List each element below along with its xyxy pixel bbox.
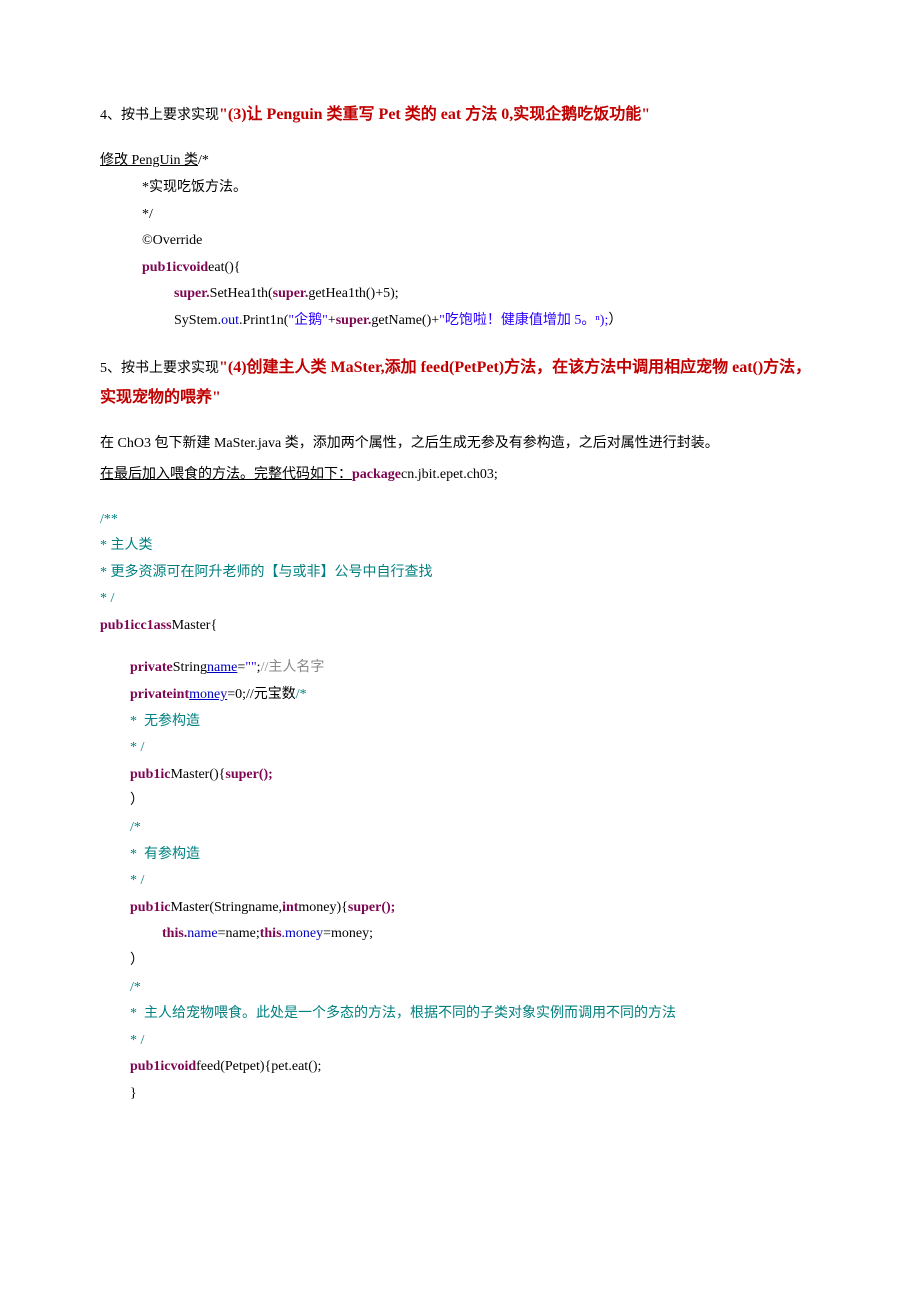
code-line: privateStringname="";//主人名字: [130, 655, 820, 682]
code-line: * /: [100, 586, 820, 613]
code-line: pub1icMaster(Stringname,intmoney){super(…: [130, 895, 820, 922]
section-4-heading: 4、按书上要求实现"(3)让 Penguin 类重写 Pet 类的 eat 方法…: [100, 100, 820, 130]
code-line: pub1icMaster(){super();: [130, 762, 820, 789]
code-line: ©Override: [142, 228, 820, 255]
code-line: * 无参构造: [130, 709, 820, 736]
code-line: SyStem.out.Print1n("企鹅"+super.getName()+…: [142, 308, 820, 335]
code-line: pub1icc1assMaster{: [100, 613, 820, 640]
code-line: privateintmoney=0;//元宝数/*: [130, 682, 820, 709]
code-block-2: /** * 主人类 * 更多资源可在阿升老师的【与或非】公号中自行查找 * / …: [100, 507, 820, 1108]
code-line: /*: [130, 975, 820, 1002]
code-line: * /: [130, 868, 820, 895]
paragraph-2: 在 ChO3 包下新建 MaSter.java 类，添加两个属性，之后生成无参及…: [100, 431, 820, 488]
code-line: * /: [130, 735, 820, 762]
code-line: */: [142, 202, 820, 229]
code-line: 修改 PengUin 类/*: [100, 148, 820, 175]
section-5-prefix: 5、按书上要求实现: [100, 361, 219, 376]
code-line: ）: [130, 788, 820, 815]
code-line: super.SetHea1th(super.getHea1th()+5);: [142, 281, 820, 308]
code-line: * 更多资源可在阿升老师的【与或非】公号中自行查找: [100, 560, 820, 587]
code-block-1: 修改 PengUin 类/* *实现吃饭方法。 */ ©Override pub…: [100, 148, 820, 334]
code-line: /**: [100, 507, 820, 534]
code-line: }: [130, 1081, 820, 1108]
code-line: * 主人类: [100, 533, 820, 560]
text-line: 在 ChO3 包下新建 MaSter.java 类，添加两个属性，之后生成无参及…: [100, 431, 820, 458]
section-4-prefix: 4、按书上要求实现: [100, 108, 219, 123]
code-line: pub1icvoideat(){: [142, 255, 820, 282]
section-4-title: "(3)让 Penguin 类重写 Pet 类的 eat 方法 0,实现企鹅吃饭…: [219, 106, 650, 123]
code-line: ）: [130, 948, 820, 975]
code-line: * 有参构造: [130, 842, 820, 869]
text-line: 在最后加入喂食的方法。完整代码如下：packagecn.jbit.epet.ch…: [100, 462, 820, 489]
code-line: /*: [130, 815, 820, 842]
code-line: this.name=name;this.money=money;: [130, 921, 820, 948]
code-line: * /: [130, 1028, 820, 1055]
code-line: * 主人给宠物喂食。此处是一个多态的方法，根据不同的子类对象实例而调用不同的方法: [130, 1001, 820, 1028]
code-line: pub1icvoidfeed(Petpet){pet.eat();: [130, 1054, 820, 1081]
code-line: *实现吃饭方法。: [142, 175, 820, 202]
section-5-heading: 5、按书上要求实现"(4)创建主人类 MaSter,添加 feed(PetPet…: [100, 353, 820, 414]
